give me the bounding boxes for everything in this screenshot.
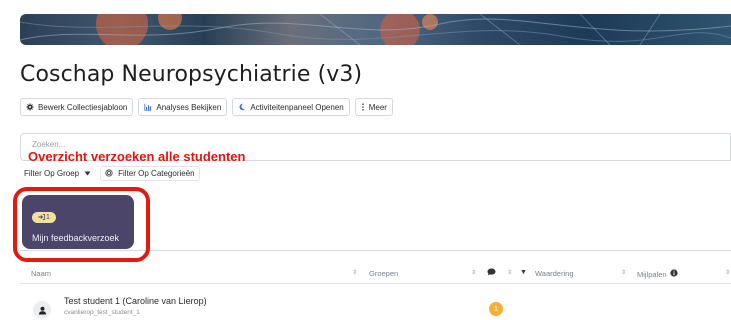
table-header: Naam ⇕ Groepen ⇕ ⇕ ▼ Waardering ⇕ Mijlpa… (20, 265, 731, 284)
caret-down-icon (84, 169, 91, 178)
column-header-milestones[interactable]: Mijlpalen (637, 269, 678, 279)
info-icon[interactable] (670, 269, 678, 279)
filter-by-group-dropdown[interactable]: Filter Op Groep (20, 166, 95, 181)
filter-label: Filter Op Groep (24, 169, 80, 178)
filter-label: Filter Op Categorieën (118, 169, 195, 178)
column-label: Groepen (369, 269, 399, 278)
column-label: Naam (31, 269, 52, 278)
edit-collection-template-button[interactable]: Bewerk Collectiesjabloon (20, 98, 134, 116)
action-toolbar: Bewerk Collectiesjabloon Analyses Bekijk… (20, 98, 393, 116)
search-placeholder: Zoeken... (32, 140, 66, 149)
sort-icon[interactable]: ⇕ (507, 269, 512, 276)
comment-count-badge: 1 (489, 302, 503, 316)
more-button[interactable]: Meer (354, 98, 393, 116)
action-label: Analyses Bekijken (156, 102, 222, 112)
gear-icon (26, 103, 34, 111)
kebab-icon (361, 103, 365, 111)
inbox-arrow-icon (38, 213, 46, 222)
sort-icon[interactable]: ⇕ (725, 269, 730, 276)
moon-icon (238, 103, 246, 111)
filter-by-category-button[interactable]: Filter Op Categorieën (100, 166, 200, 181)
request-count: 1 (46, 214, 50, 221)
action-label: Meer (368, 102, 387, 112)
filter-bar: Filter Op Groep Filter Op Categorieën (20, 166, 200, 181)
student-name[interactable]: Test student 1 (Caroline van Lierop) (64, 296, 207, 306)
action-label: Activiteitenpaneel Openen (250, 102, 344, 112)
column-header-groups[interactable]: Groepen (369, 269, 398, 278)
avatar (33, 301, 51, 319)
view-analyses-button[interactable]: Analyses Bekijken (138, 98, 228, 116)
feedback-card-label: Mijn feedbackverzoek (32, 233, 120, 243)
sort-icon[interactable]: ⇕ (621, 269, 626, 276)
my-feedback-request-card[interactable]: 1 Mijn feedbackverzoek (22, 195, 134, 249)
annotation-text: Overzicht verzoeken alle studenten (28, 149, 246, 164)
table-row[interactable]: Test student 1 (Caroline van Lierop) cva… (20, 288, 731, 320)
sort-desc-icon[interactable]: ▼ (520, 269, 527, 276)
action-label: Bewerk Collectiesjabloon (38, 102, 128, 112)
sort-icon[interactable]: ⇕ (352, 269, 357, 276)
sort-icon[interactable]: ⇕ (471, 269, 476, 276)
open-activity-panel-button[interactable]: Activiteitenpaneel Openen (232, 98, 350, 116)
column-label: Waardering (535, 269, 574, 278)
bar-chart-icon (144, 103, 152, 111)
column-header-rating[interactable]: Waardering (535, 269, 574, 278)
student-username: cvanlierop_test_student_1 (64, 309, 140, 316)
comment-icon (487, 268, 496, 276)
course-banner-image (20, 14, 731, 45)
request-count-badge: 1 (32, 212, 56, 223)
column-header-name[interactable]: Naam (31, 269, 51, 278)
page-title: Coschap Neuropsychiatrie (v3) (20, 62, 363, 87)
user-icon (38, 306, 46, 315)
target-icon (105, 168, 113, 179)
column-label: Mijlpalen (637, 269, 667, 279)
